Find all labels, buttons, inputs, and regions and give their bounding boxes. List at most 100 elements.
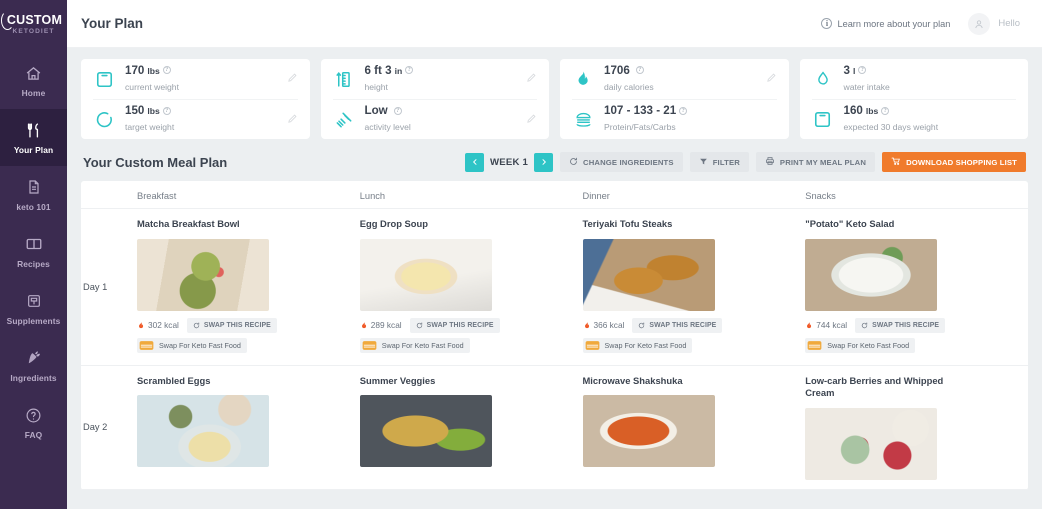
filter-button[interactable]: FILTER (689, 152, 749, 172)
stat-value: 160 (843, 104, 863, 117)
meal-thumbnail[interactable] (137, 395, 269, 467)
sidebar-item-faq[interactable]: FAQ (0, 394, 67, 451)
meal-cell: Summer Veggies (359, 366, 583, 489)
stat-text: 150 lbs ? target weight (125, 104, 277, 135)
meal-title: Summer Veggies (359, 374, 436, 386)
edit-pencil-icon[interactable] (526, 70, 537, 88)
sidebar-item-label: Home (21, 88, 46, 98)
help-icon[interactable]: ? (162, 106, 171, 115)
swap-fast-food-button[interactable]: Swap For Keto Fast Food (137, 337, 247, 353)
swap-fast-food-button[interactable]: Swap For Keto Fast Food (359, 337, 470, 353)
column-header-snacks: Snacks (805, 190, 836, 201)
week-label: WEEK 1 (490, 156, 528, 168)
meal-thumbnail[interactable] (137, 238, 269, 311)
swap-recipe-button[interactable]: SWAP THIS RECIPE (409, 317, 500, 333)
meal-thumbnail[interactable] (805, 407, 938, 480)
edit-pencil-icon[interactable] (287, 111, 298, 129)
stat-height: 6 ft 3 in ? height (333, 59, 538, 99)
sidebar-item-ingredients[interactable]: Ingredients (0, 337, 67, 394)
learn-more-link[interactable]: i Learn more about your plan (821, 18, 950, 29)
sidebar-item-recipes[interactable]: Recipes (0, 223, 67, 280)
flame-icon (139, 321, 144, 328)
prev-week-button[interactable] (465, 152, 485, 172)
stat-text: 170 lbs ? current weight (125, 64, 277, 95)
swap-recipe-button[interactable]: SWAP THIS RECIPE (632, 317, 723, 333)
stat-value: 1706 (604, 63, 630, 77)
kcal-value: 744 kcal (816, 320, 848, 330)
stat-daily-calories: 1706 ? daily calories (572, 59, 777, 99)
shopping-cart-icon (891, 156, 901, 168)
stat-card-nutrition: 1706 ? daily calories 107 - 133 - 21 ? P… (560, 59, 789, 139)
next-week-button[interactable] (534, 152, 553, 172)
dumbbell-icon (333, 110, 355, 130)
swap-recipe-button[interactable]: SWAP THIS RECIPE (186, 317, 277, 333)
swap-fast-food-button[interactable]: Swap For Keto Fast Food (805, 337, 916, 353)
sidebar-item-your-plan[interactable]: Your Plan (0, 109, 67, 166)
day-label: Day 2 (83, 422, 108, 432)
water-drop-icon (812, 70, 834, 88)
refresh-icon (416, 322, 422, 328)
scale-icon (812, 110, 834, 129)
meal-plan-toolbar: WEEK 1 CHANGE INGREDIENTS FILTER PRINT M… (465, 152, 1026, 172)
print-meal-plan-button[interactable]: PRINT MY MEAL PLAN (755, 152, 876, 172)
sidebar-item-label: Recipes (17, 259, 50, 269)
help-icon[interactable]: ? (162, 66, 171, 74)
edit-pencil-icon[interactable] (526, 111, 537, 129)
help-icon[interactable]: ? (393, 106, 402, 115)
sidebar-item-keto-101[interactable]: keto 101 (0, 166, 67, 223)
printer-icon (765, 156, 775, 168)
burger-icon (572, 110, 594, 129)
stat-label: daily calories (604, 81, 654, 92)
kcal-value: 289 kcal (370, 320, 402, 330)
help-icon[interactable]: ? (405, 66, 414, 74)
download-shopping-list-button[interactable]: DOWNLOAD SHOPPING LIST (882, 152, 1026, 172)
help-icon[interactable]: ? (635, 66, 644, 74)
stat-text: 3 l ? water intake (844, 64, 1017, 95)
refresh-icon (569, 157, 578, 168)
greeting-label: Hello (998, 18, 1020, 29)
info-icon: i (821, 18, 833, 29)
download-label: DOWNLOAD SHOPPING LIST (906, 157, 1017, 167)
meal-actions: 289 kcal SWAP THIS RECIPE (360, 317, 573, 333)
stats-row: 170 lbs ? current weight 150 lbs ? targe… (81, 59, 1028, 139)
sidebar-item-supplements[interactable]: Supplements (0, 280, 67, 337)
flame-icon (584, 321, 589, 328)
brand-name-wrap: CUSTOM (0, 11, 62, 31)
refresh-icon (862, 322, 868, 328)
stat-value: Low (364, 104, 388, 117)
change-ingredients-button[interactable]: CHANGE INGREDIENTS (560, 152, 683, 172)
main-area: Your Plan i Learn more about your plan H… (67, 0, 1042, 509)
supplement-jar-icon (26, 291, 42, 311)
stat-text: Low ? activity level (365, 104, 517, 135)
help-icon[interactable]: ? (858, 66, 867, 74)
document-icon (26, 177, 42, 197)
content-area: 170 lbs ? current weight 150 lbs ? targe… (67, 48, 1042, 509)
meal-title: Egg Drop Soup (359, 218, 428, 229)
stat-value-line: 170 lbs ? (125, 64, 277, 77)
stat-value-line: 1706 ? (604, 64, 756, 77)
help-icon[interactable]: ? (679, 106, 688, 115)
meal-thumbnail[interactable] (805, 238, 938, 311)
sidebar-item-label: Ingredients (10, 373, 57, 383)
swap-recipe-button[interactable]: SWAP THIS RECIPE (855, 317, 946, 333)
stat-value: 3 (843, 63, 850, 77)
meal-thumbnail[interactable] (359, 238, 492, 311)
stat-value-line: 107 - 133 - 21 ? (604, 104, 777, 117)
carrot-icon (25, 348, 43, 368)
swap-fast-food-button[interactable]: Swap For Keto Fast Food (582, 337, 693, 353)
edit-pencil-icon[interactable] (766, 70, 777, 88)
stat-value: 6 ft 3 (364, 63, 392, 77)
stat-card-weight: 170 lbs ? current weight 150 lbs ? targe… (81, 59, 310, 139)
stat-value-line: 150 lbs ? (125, 104, 277, 117)
sidebar-item-home[interactable]: Home (0, 52, 67, 109)
help-icon[interactable]: ? (881, 106, 890, 115)
sidebar-nav: Home Your Plan keto 101 Recipes Suppleme… (0, 48, 67, 451)
edit-pencil-icon[interactable] (287, 70, 298, 88)
meal-thumbnail[interactable] (582, 238, 715, 311)
brand-logo[interactable]: CUSTOM KETODIET (0, 0, 67, 48)
meal-cell: Egg Drop Soup 289 kcal SWAP THIS RECIPE (359, 209, 583, 365)
user-menu[interactable]: Hello (968, 12, 1020, 35)
stat-water-intake: 3 l ? water intake (812, 59, 1017, 99)
meal-thumbnail[interactable] (359, 395, 492, 467)
meal-thumbnail[interactable] (582, 395, 715, 467)
